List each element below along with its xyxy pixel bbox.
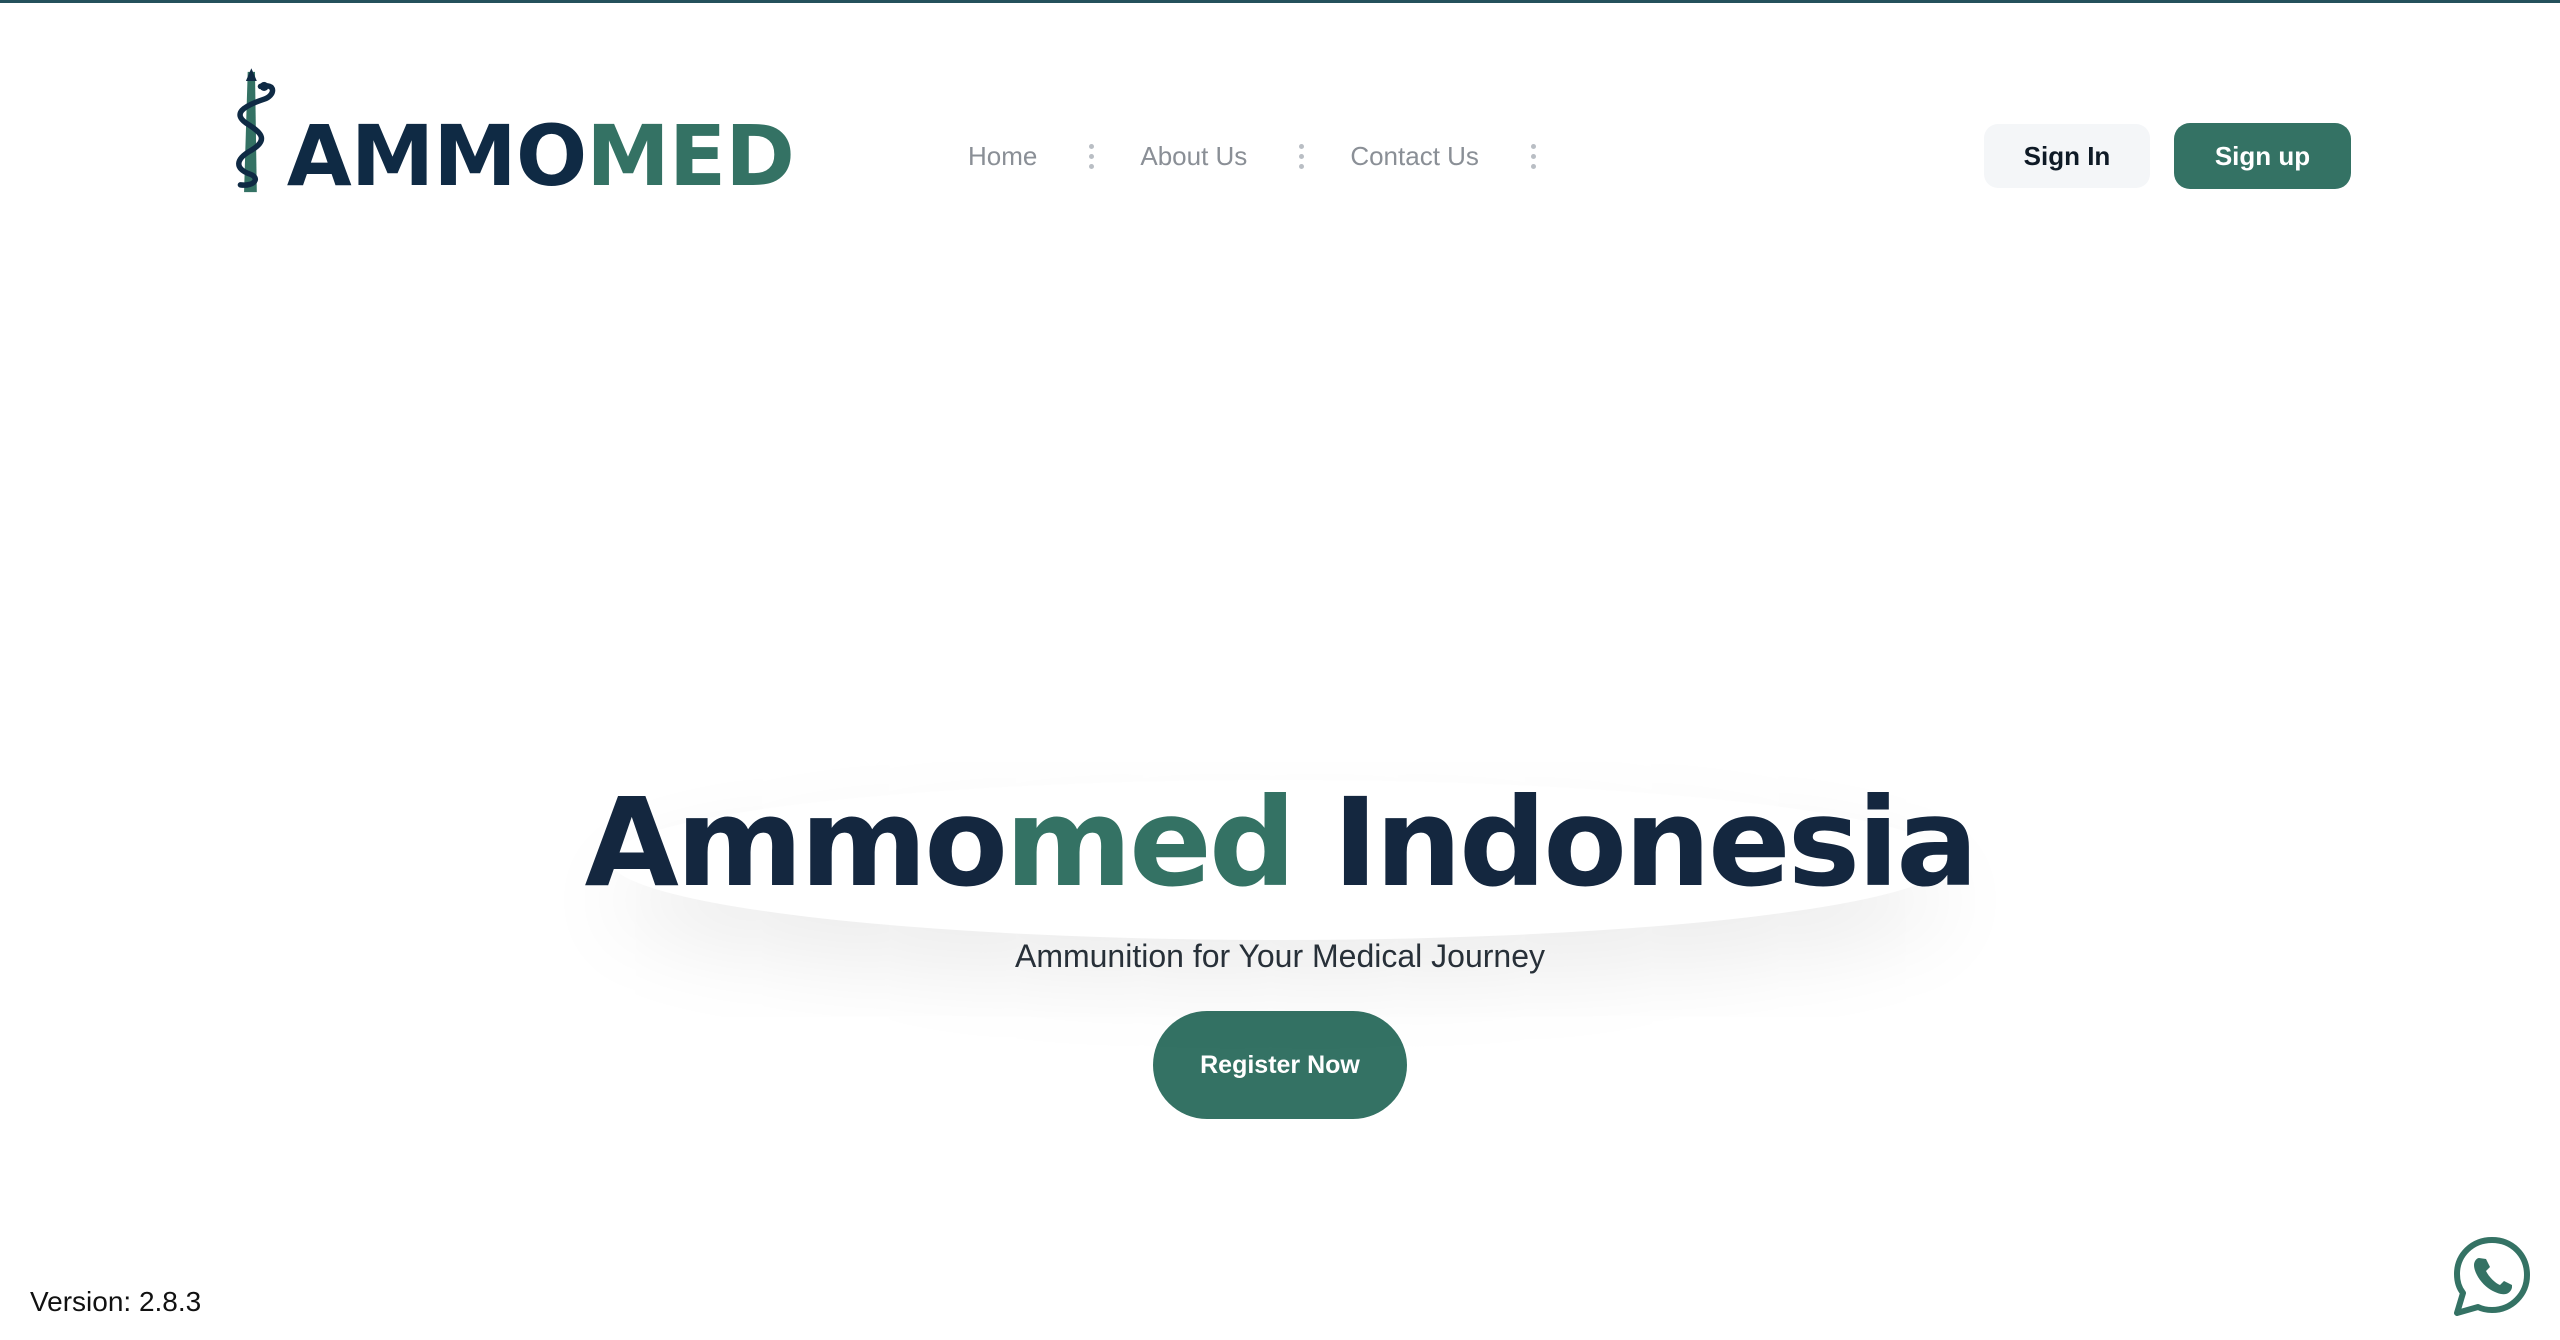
nav-item-home[interactable]: Home [968,141,1037,172]
register-now-button[interactable]: Register Now [1153,1011,1407,1119]
hero-title-part1: Ammo [584,772,1008,914]
sign-in-button[interactable]: Sign In [1984,124,2150,188]
rod-of-asclepius-icon [236,68,276,193]
nav-item-about-us[interactable]: About Us [1140,141,1247,172]
version-label: Version: 2.8.3 [30,1286,202,1317]
hero-title-wrap: Ammomed Indonesia [545,760,2016,926]
hero-section: Ammomed Indonesia Ammunition for Your Me… [0,760,2560,1119]
nav-separator-icon [1530,141,1536,171]
nav-separator-icon [1089,141,1095,171]
logo-text-green: MED [586,107,795,205]
hero-subtitle: Ammunition for Your Medical Journey [1014,938,1546,974]
hero-title: Ammomed Indonesia [584,760,1979,926]
logo-text-dark: AMMO [286,107,588,205]
logo-wordmark: AMMOMED [287,114,795,198]
nav-separator-icon [1299,141,1305,171]
top-accent-bar [0,0,2560,3]
whatsapp-icon[interactable] [2452,1236,2532,1318]
hero-title-part2: med [1005,772,1296,914]
brand-logo[interactable]: AMMOMED [224,52,795,202]
main-nav: Home About Us Contact Us [968,136,1582,176]
nav-item-contact-us[interactable]: Contact Us [1350,141,1479,172]
hero-title-part3: Indonesia [1293,772,1979,914]
sign-up-button[interactable]: Sign up [2174,123,2351,189]
